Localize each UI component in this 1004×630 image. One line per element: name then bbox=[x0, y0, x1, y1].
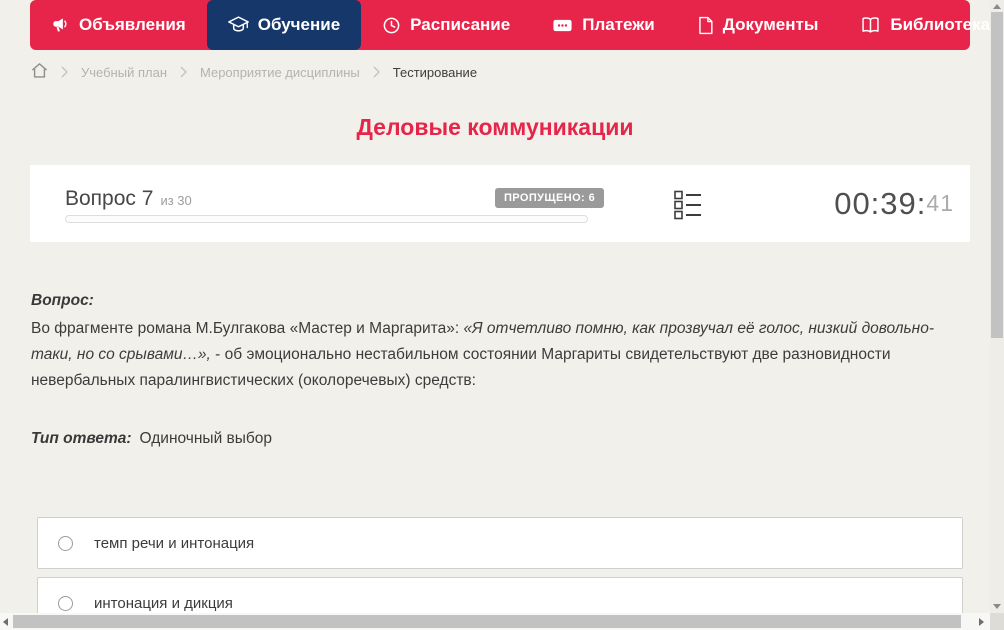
nav-item-learning[interactable]: Обучение bbox=[206, 0, 362, 50]
question-header-card: Вопрос 7 из 30 ПРОПУЩЕНО: 6 00:39: 41 bbox=[30, 165, 970, 242]
answer-type-value: Одиночный выбор bbox=[139, 430, 273, 447]
nav-item-schedule[interactable]: Расписание bbox=[361, 0, 531, 50]
vertical-scrollbar[interactable] bbox=[990, 0, 1004, 613]
question-text-before-quote: Во фрагменте романа М.Булгакова «Мастер … bbox=[31, 320, 464, 337]
horizontal-scrollbar-thumb[interactable] bbox=[13, 615, 961, 628]
scroll-right-icon[interactable] bbox=[979, 618, 984, 626]
radio-button[interactable] bbox=[58, 595, 73, 611]
vertical-scrollbar-thumb[interactable] bbox=[991, 12, 1003, 338]
chevron-right-icon bbox=[180, 66, 187, 78]
breadcrumb: Учебный план Мероприятие дисциплины Тест… bbox=[31, 62, 477, 82]
answer-type-row: Тип ответа: Одиночный выбор bbox=[31, 430, 272, 448]
scroll-up-icon[interactable] bbox=[993, 4, 1001, 9]
home-icon[interactable] bbox=[31, 62, 48, 82]
question-heading: Вопрос: bbox=[31, 292, 94, 309]
breadcrumb-item-curriculum[interactable]: Учебный план bbox=[81, 65, 167, 80]
credit-card-icon bbox=[552, 16, 573, 35]
chevron-right-icon bbox=[61, 66, 68, 78]
nav-item-documents[interactable]: Документы bbox=[676, 0, 840, 50]
scroll-down-icon[interactable] bbox=[993, 604, 1001, 609]
test-progress-bar bbox=[65, 215, 588, 223]
question-number: Вопрос 7 из 30 bbox=[65, 187, 192, 211]
question-list-icon[interactable] bbox=[674, 190, 701, 225]
answer-option-label: темп речи и интонация bbox=[94, 534, 255, 552]
scrollbar-corner bbox=[990, 613, 1004, 630]
document-icon bbox=[697, 16, 714, 35]
page-title: Деловые коммуникации bbox=[356, 114, 634, 140]
answer-option-label: интонация и дикция bbox=[94, 594, 233, 612]
question-number-label: Вопрос 7 bbox=[65, 187, 154, 210]
answer-type-label: Тип ответа: bbox=[31, 430, 132, 447]
nav-item-label: Объявления bbox=[79, 15, 186, 34]
question-text: Во фрагменте романа М.Булгакова «Мастер … bbox=[31, 316, 957, 394]
nav-item-label: Обучение bbox=[257, 15, 341, 34]
skipped-status-badge: ПРОПУЩЕНО: 6 bbox=[495, 188, 605, 208]
nav-item-library[interactable]: Библиотека bbox=[839, 0, 1004, 50]
horizontal-scrollbar[interactable] bbox=[0, 613, 990, 630]
clock-icon bbox=[382, 16, 401, 35]
scroll-left-icon[interactable] bbox=[3, 618, 8, 626]
countdown-timer: 00:39: 41 bbox=[834, 165, 954, 242]
timer-hours-minutes: 00:39: bbox=[834, 185, 927, 221]
breadcrumb-item-testing: Тестирование bbox=[392, 64, 478, 80]
nav-item-payments[interactable]: Платежи bbox=[531, 0, 676, 50]
timer-seconds: 41 bbox=[926, 190, 954, 216]
nav-item-label: Библиотека bbox=[890, 15, 991, 34]
nav-item-label: Расписание bbox=[410, 15, 511, 34]
chevron-right-icon bbox=[373, 66, 380, 78]
test-page: Объявления Обучение Расписание Платежи Д… bbox=[0, 0, 1004, 630]
breadcrumb-item-discipline-event[interactable]: Мероприятие дисциплины bbox=[200, 65, 360, 80]
graduation-cap-icon bbox=[227, 15, 249, 35]
book-icon bbox=[860, 15, 881, 35]
question-count-label: из 30 bbox=[160, 193, 192, 208]
megaphone-icon bbox=[51, 16, 70, 35]
main-navigation: Объявления Обучение Расписание Платежи Д… bbox=[30, 0, 1004, 50]
nav-item-announcements[interactable]: Объявления bbox=[30, 0, 207, 50]
nav-item-label: Документы bbox=[722, 15, 819, 34]
nav-item-label: Платежи bbox=[582, 15, 655, 34]
answer-option-1[interactable]: темп речи и интонация bbox=[37, 517, 963, 569]
radio-button[interactable] bbox=[58, 535, 73, 551]
